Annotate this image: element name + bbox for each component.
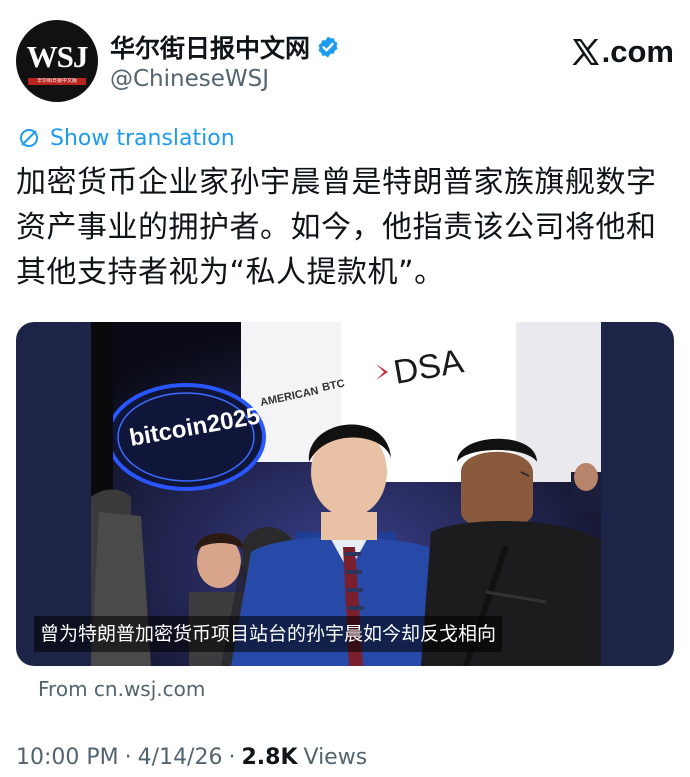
avatar-subtext: 华尔街日报中文版	[28, 78, 86, 85]
tweet-time[interactable]: 10:00 PM	[16, 745, 119, 770]
name-row: 华尔街日报中文网	[110, 30, 340, 64]
views-label: Views	[303, 745, 368, 770]
tweet-date[interactable]: 4/14/26	[138, 745, 223, 770]
show-translation-link[interactable]: Show translation	[18, 124, 235, 152]
tweet-photo: AMERICAN BTC DSA bitcoin2025	[91, 322, 601, 666]
views-count: 2.8K	[241, 745, 298, 770]
user-handle[interactable]: @ChineseWSJ	[110, 66, 269, 92]
x-com-text: .com	[601, 34, 674, 69]
meta-separator: ·	[228, 745, 236, 770]
tweet-media-card[interactable]: AMERICAN BTC DSA bitcoin2025 曾为特朗普加密货币项目…	[16, 322, 674, 666]
tweet-meta: 10:00 PM · 4/14/26 · 2.8K Views	[16, 745, 367, 770]
x-com-brand: .com	[571, 34, 674, 70]
avatar-wsj-text: WSJ	[26, 39, 89, 74]
x-logo-icon	[572, 39, 599, 65]
show-translation-label: Show translation	[50, 125, 235, 151]
meta-separator: ·	[124, 745, 132, 770]
photo-illustration: AMERICAN BTC DSA bitcoin2025	[91, 322, 601, 666]
display-name[interactable]: 华尔街日报中文网	[110, 29, 310, 65]
tweet-header: WSJ 华尔街日报中文版 华尔街日报中文网 @ChineseWSJ .com	[16, 20, 674, 104]
source-link[interactable]: From cn.wsj.com	[38, 677, 205, 701]
tweet-text: 加密货币企业家孙宇晨曾是特朗普家族旗舰数字资产事业的拥护者。如今，他指责该公司将…	[16, 165, 657, 290]
verified-badge-icon	[318, 36, 338, 58]
avatar[interactable]: WSJ 华尔街日报中文版	[16, 20, 98, 102]
media-caption: 曾为特朗普加密货币项目站台的孙宇晨如今却反戈相向	[34, 616, 503, 652]
globe-icon	[20, 129, 38, 147]
